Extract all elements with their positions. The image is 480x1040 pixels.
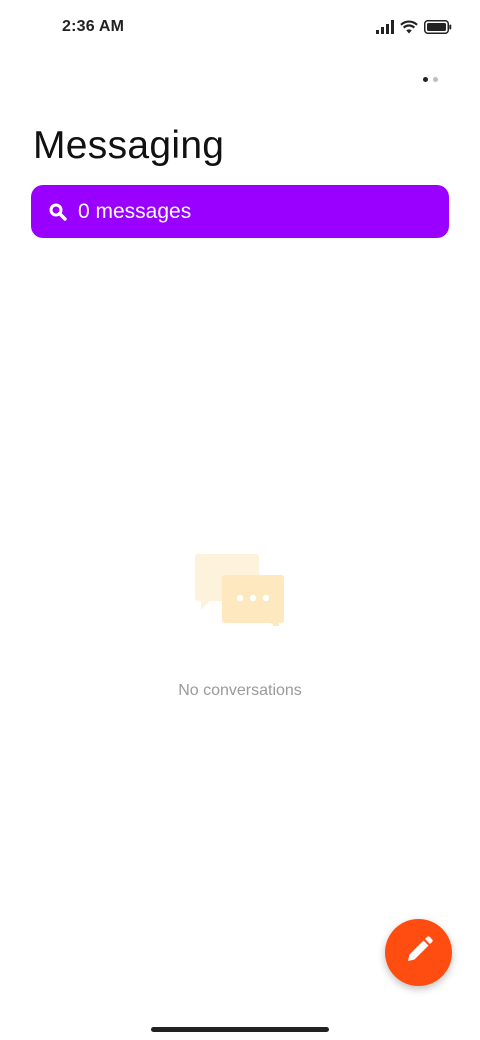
wifi-icon <box>400 20 418 34</box>
battery-icon <box>424 20 452 34</box>
status-time: 2:36 AM <box>62 18 125 35</box>
search-label: 0 messages <box>78 199 192 223</box>
page-dot <box>433 77 438 82</box>
signal-icon <box>376 20 394 34</box>
page-indicator <box>423 77 438 82</box>
pencil-icon <box>404 935 434 970</box>
empty-state-text: No conversations <box>178 682 302 699</box>
page-dot-active <box>423 77 428 82</box>
chat-bubbles-icon <box>194 546 286 631</box>
search-bar[interactable]: 0 messages <box>31 185 449 238</box>
messaging-screen: 2:36 AM Messaging 0 messages No conversa… <box>0 0 480 1040</box>
compose-button[interactable] <box>385 919 452 986</box>
status-icons <box>376 18 452 36</box>
search-icon <box>49 203 67 221</box>
page-title: Messaging <box>33 124 225 167</box>
home-indicator[interactable] <box>151 1027 329 1032</box>
status-bar: 2:36 AM <box>0 0 480 56</box>
